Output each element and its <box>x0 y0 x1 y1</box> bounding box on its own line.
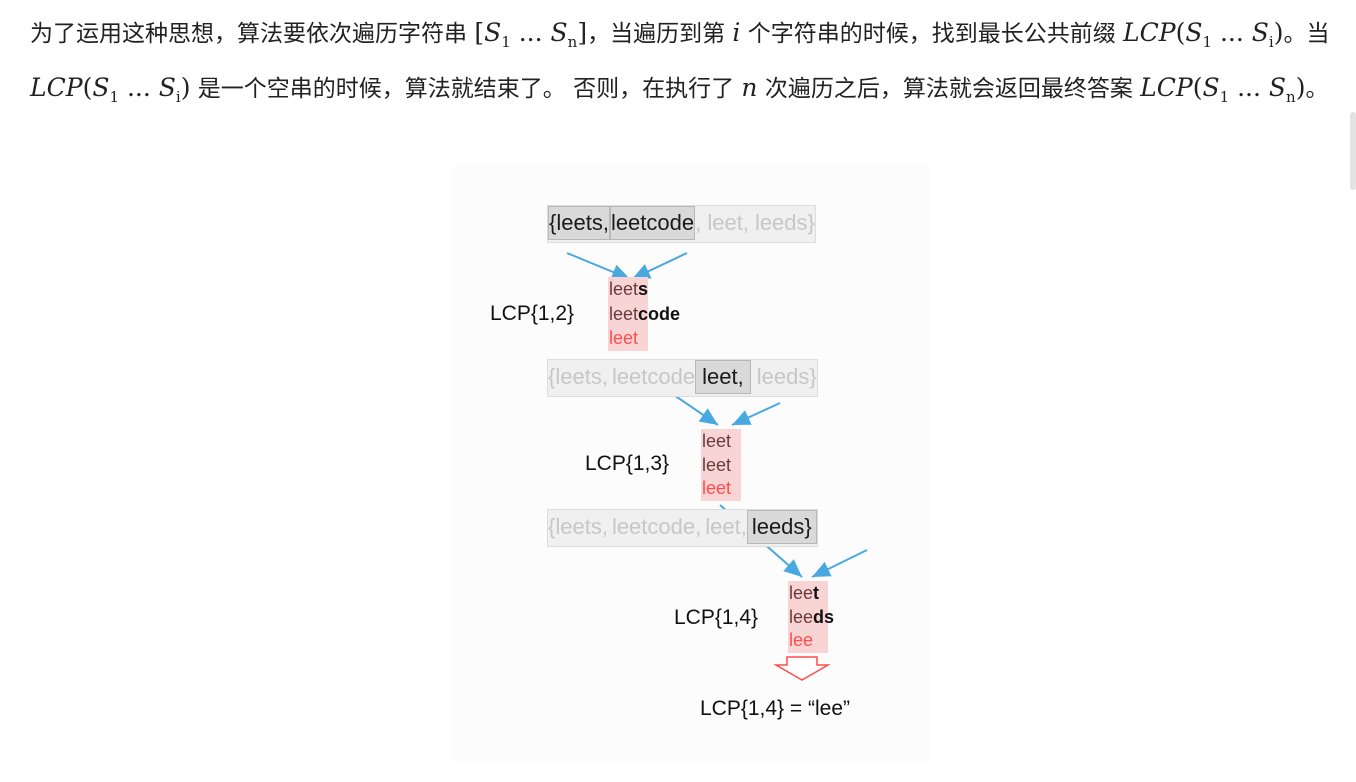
common-prefix: leet <box>609 279 639 299</box>
text-segment: ，当遍历到第 <box>587 21 733 47</box>
set-item: leeds} <box>754 210 815 235</box>
suffix: ds <box>813 607 835 627</box>
set-item: , leet, <box>695 210 749 235</box>
text-segment: 次遍历之后，算法就会返回最终答案 <box>757 76 1141 102</box>
set-item: leet, <box>705 514 747 539</box>
word-line: leet <box>702 454 731 476</box>
suffix: code <box>638 304 681 324</box>
lcp-result: leet <box>702 478 732 498</box>
word-line: leeds <box>789 606 834 628</box>
text-segment: 个字符串的时候，找到最长公共前缀 <box>740 21 1124 47</box>
lcp-step-label: LCP{1,3} <box>585 452 670 475</box>
word-line: leet <box>702 430 731 452</box>
common-prefix: leet <box>702 455 732 475</box>
explanation-paragraph: 为了运用这种思想，算法要依次遍历字符串 [S1 ... Sn]，当遍历到第 i … <box>30 10 1350 120</box>
text-segment: 是一个空串的时候，算法就结束了。 否则，在执行了 <box>190 76 742 102</box>
set-item: leetcode <box>609 206 696 240</box>
set-item: leeds} <box>746 510 817 544</box>
text-segment: 。当 <box>1283 21 1330 47</box>
set-item: leet, <box>695 360 751 394</box>
scrollbar-thumb[interactable] <box>1350 112 1356 190</box>
math-range-S1-Sn: [S1 ... Sn] <box>474 18 588 51</box>
set-item: {leets, <box>548 206 610 240</box>
lcp-step-label: LCP{1,4} <box>674 606 759 629</box>
arrow <box>631 252 688 280</box>
string-set-row-3: {leets, leetcode, leet, leeds} <box>547 509 818 547</box>
lcp-result: leet <box>609 328 639 348</box>
math-n: n <box>741 73 758 102</box>
final-answer: LCP{1,4} = “lee” <box>700 697 851 720</box>
string-set-row-2: {leets, leetcode leet, leeds} <box>547 359 818 397</box>
diagram-arrows <box>566 252 868 681</box>
suffix: t <box>813 583 820 603</box>
word-line: leetcode <box>609 303 680 325</box>
string-set-row-1: {leets,leetcode, leet, leeds} <box>547 205 816 243</box>
lcp-diagram: {leets,leetcode, leet, leeds} LCP{1,2} le… <box>452 165 930 762</box>
lcp-result: lee <box>789 630 814 650</box>
common-prefix: leet <box>702 431 732 451</box>
common-prefix: leet <box>609 304 639 324</box>
result-arrow <box>773 656 831 681</box>
text-segment: 。 <box>1305 76 1329 102</box>
word-line: leet <box>789 582 819 604</box>
text-segment: 为了运用这种思想，算法要依次遍历字符串 <box>30 21 475 47</box>
arrow <box>731 402 781 426</box>
set-item: leeds} <box>756 364 817 389</box>
common-prefix: lee <box>789 583 814 603</box>
lcp-step-label: LCP{1,2} <box>490 302 575 325</box>
set-item: leetcode, <box>611 514 702 539</box>
common-prefix: lee <box>789 607 814 627</box>
math-lcp-S1-Si: LCP(S1 ... Si) <box>1123 18 1284 51</box>
set-item: {leets, <box>548 514 608 539</box>
arrow <box>811 549 868 578</box>
math-lcp-S1-Sn: LCP(S1 ... Sn) <box>1140 73 1306 106</box>
arrow <box>566 252 631 280</box>
word-line: leets <box>609 278 648 300</box>
set-item: {leets, <box>548 364 608 389</box>
math-lcp-S1-Si: LCP(S1 ... Si) <box>30 73 191 106</box>
suffix: s <box>638 279 649 299</box>
set-item: leetcode <box>611 364 696 389</box>
